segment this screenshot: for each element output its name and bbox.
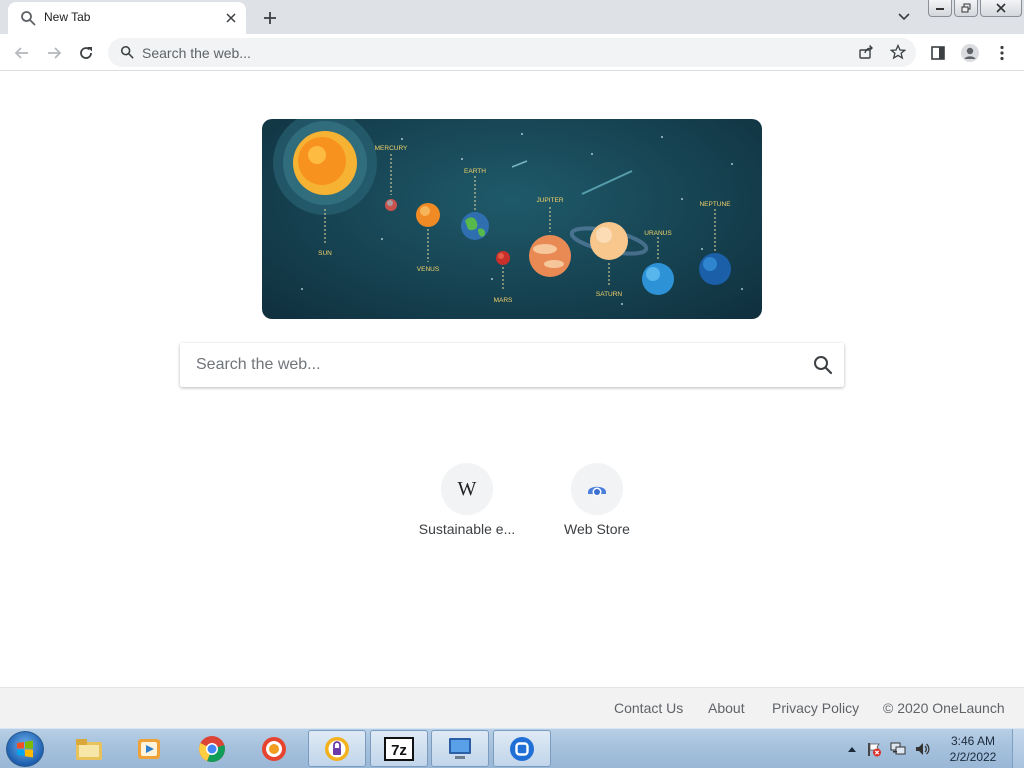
web-search-input[interactable] bbox=[180, 343, 800, 387]
restore-icon bbox=[961, 3, 971, 13]
shortcut-label: Web Store bbox=[564, 521, 630, 537]
windows-logo-icon bbox=[17, 740, 33, 758]
shortcut-sustainable[interactable]: W Sustainable e... bbox=[402, 463, 532, 543]
computer-icon bbox=[449, 737, 471, 759]
search-icon bbox=[20, 10, 36, 26]
file-explorer-icon bbox=[76, 738, 102, 760]
close-window-button[interactable] bbox=[980, 0, 1022, 17]
tab-title: New Tab bbox=[44, 10, 91, 24]
wikipedia-icon: W bbox=[457, 477, 477, 500]
tab-search-button[interactable] bbox=[894, 8, 914, 26]
label-jupiter: JUPITER bbox=[536, 197, 563, 204]
shortcut-label: Sustainable e... bbox=[418, 521, 516, 537]
show-hidden-icons-icon[interactable] bbox=[844, 741, 860, 757]
taskbar-computer[interactable] bbox=[431, 730, 489, 767]
forward-button[interactable] bbox=[42, 41, 66, 65]
app-icon bbox=[262, 736, 286, 761]
minimize-button[interactable] bbox=[928, 0, 952, 17]
tab-new-tab[interactable]: New Tab bbox=[8, 2, 246, 34]
taskbar-onelaunch[interactable] bbox=[493, 730, 551, 767]
7zip-icon: 7z bbox=[384, 736, 414, 761]
label-mars: MARS bbox=[494, 297, 513, 304]
web-search-box bbox=[180, 343, 844, 387]
privacy-policy-link[interactable]: Privacy Policy bbox=[772, 700, 859, 716]
windows-taskbar: 7z 3:46 AM 2/2/2022 bbox=[0, 728, 1024, 768]
label-venus: VENUS bbox=[417, 266, 440, 273]
action-center-flag-icon[interactable] bbox=[866, 741, 882, 757]
label-mercury: MERCURY bbox=[375, 145, 408, 152]
volume-icon[interactable] bbox=[914, 741, 930, 757]
plus-icon bbox=[264, 12, 276, 24]
back-button[interactable] bbox=[10, 41, 34, 65]
taskbar-file-explorer[interactable] bbox=[60, 730, 118, 767]
clock-date: 2/2/2022 bbox=[949, 750, 997, 764]
taskbar-media-player[interactable] bbox=[120, 730, 178, 767]
web-search-button[interactable] bbox=[812, 354, 834, 376]
taskbar-app[interactable] bbox=[245, 730, 303, 767]
chrome-web-store-icon bbox=[588, 486, 606, 497]
network-icon[interactable] bbox=[890, 741, 906, 757]
browser-menu-button[interactable] bbox=[990, 41, 1014, 65]
label-neptune: NEPTUNE bbox=[699, 201, 731, 208]
share-icon[interactable] bbox=[858, 44, 874, 65]
taskbar-chrome[interactable] bbox=[183, 730, 241, 767]
address-bar-placeholder: Search the web... bbox=[142, 45, 251, 61]
label-earth: EARTH bbox=[464, 168, 486, 175]
reload-button[interactable] bbox=[74, 41, 98, 65]
forward-arrow-icon bbox=[48, 47, 62, 59]
clock-time: 3:46 AM bbox=[950, 734, 996, 748]
shortcut-tile[interactable]: W bbox=[441, 463, 493, 515]
more-vert-icon bbox=[1000, 45, 1004, 61]
vpn-icon bbox=[325, 736, 349, 761]
tab-strip: New Tab bbox=[0, 0, 1024, 34]
media-player-icon bbox=[138, 738, 160, 759]
about-link[interactable]: About bbox=[708, 700, 745, 716]
close-icon bbox=[996, 3, 1006, 13]
search-icon bbox=[814, 356, 833, 375]
side-panel-button[interactable] bbox=[926, 41, 950, 65]
chrome-icon bbox=[199, 735, 225, 762]
taskbar-clock[interactable]: 3:46 AM 2/2/2022 bbox=[940, 733, 1006, 765]
taskbar-vpn[interactable] bbox=[308, 730, 366, 767]
shortcut-web-store[interactable]: Web Store bbox=[532, 463, 662, 543]
solar-system-banner: SUN MERCURY VENUS EARTH MARS JUPITER SAT… bbox=[262, 119, 762, 319]
shortcut-tile[interactable] bbox=[571, 463, 623, 515]
start-button[interactable] bbox=[6, 731, 44, 767]
back-arrow-icon bbox=[14, 47, 28, 59]
profile-avatar-icon bbox=[961, 44, 979, 62]
svg-text:7z: 7z bbox=[391, 742, 407, 759]
label-uranus: URANUS bbox=[644, 230, 672, 237]
profile-button[interactable] bbox=[958, 41, 982, 65]
taskbar-7zip[interactable]: 7z bbox=[370, 730, 428, 767]
window-controls bbox=[928, 0, 1024, 18]
copyright-text: © 2020 OneLaunch bbox=[883, 700, 1005, 716]
contact-us-link[interactable]: Contact Us bbox=[614, 700, 683, 716]
address-bar[interactable]: Search the web... bbox=[108, 38, 916, 67]
label-sun: SUN bbox=[318, 250, 332, 257]
bookmark-star-icon[interactable] bbox=[889, 43, 907, 65]
new-tab-button[interactable] bbox=[258, 6, 282, 30]
chevron-down-icon bbox=[898, 13, 910, 21]
page-footer: Contact Us About Privacy Policy © 2020 O… bbox=[0, 687, 1024, 728]
minimize-icon bbox=[936, 8, 944, 10]
side-panel-icon bbox=[931, 46, 945, 60]
label-saturn: SATURN bbox=[596, 291, 623, 298]
onelaunch-icon bbox=[510, 736, 534, 761]
show-desktop-button[interactable] bbox=[1012, 729, 1024, 768]
solar-system-illustration: SUN MERCURY VENUS EARTH MARS JUPITER SAT… bbox=[273, 119, 743, 305]
tab-close-icon[interactable] bbox=[222, 9, 240, 27]
restore-button[interactable] bbox=[954, 0, 978, 17]
browser-toolbar: Search the web... bbox=[0, 34, 1024, 71]
reload-icon bbox=[80, 47, 92, 59]
search-icon bbox=[120, 45, 134, 64]
